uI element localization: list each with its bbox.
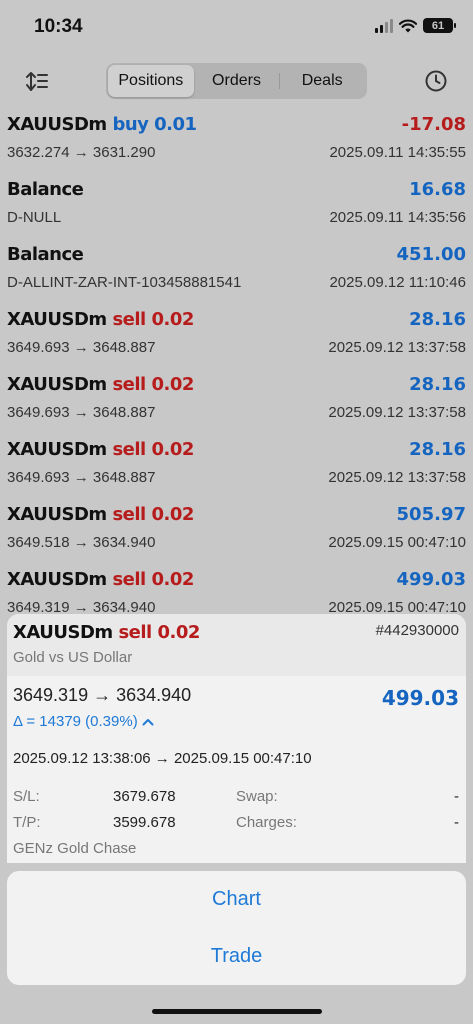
list-item[interactable]: XAUUSDm sell 0.02 28.16 3649.693 → 3648.… <box>0 433 473 498</box>
deal-side: sell 0.02 <box>112 439 194 460</box>
tab-deals[interactable]: Deals <box>279 65 365 97</box>
deal-profit: 499.03 <box>396 569 466 590</box>
deal-prices: 3649.693 → 3648.887 <box>7 404 156 421</box>
deal-symbol: XAUUSDm <box>7 439 107 460</box>
toolbar: Positions Orders Deals <box>0 60 473 102</box>
deal-prices: 3632.274 → 3631.290 <box>7 144 156 161</box>
deal-time: 2025.09.11 14:35:56 <box>329 209 466 226</box>
list-item[interactable]: XAUUSDm buy 0.01 -17.08 3632.274 → 3631.… <box>0 108 473 173</box>
home-indicator[interactable] <box>152 1009 322 1014</box>
deal-symbol: XAUUSDm <box>7 569 107 590</box>
wifi-icon <box>399 19 417 32</box>
tab-orders[interactable]: Orders <box>194 65 280 97</box>
cellular-signal-icon <box>375 18 393 33</box>
deal-time: 2025.09.12 13:37:58 <box>328 339 466 356</box>
deal-symbol: XAUUSDm <box>7 374 107 395</box>
list-item[interactable]: Balance 451.00 D-ALLINT-ZAR-INT-10345888… <box>0 238 473 303</box>
tp-value: 3599.678 <box>113 814 176 831</box>
status-time: 10:34 <box>34 16 83 37</box>
detail-header: XAUUSDm sell 0.02 #442930000 Gold vs US … <box>7 614 466 676</box>
deal-detail-card: XAUUSDm sell 0.02 #442930000 Gold vs US … <box>7 614 466 863</box>
sort-icon <box>26 72 48 91</box>
deal-comment: D-NULL <box>7 209 62 226</box>
deal-symbol: XAUUSDm <box>7 504 107 525</box>
deal-time: 2025.09.12 13:37:58 <box>328 404 466 421</box>
detail-prices: 3649.319 → 3634.940 <box>13 685 192 705</box>
detail-comment: GENz Gold Chase <box>13 840 137 857</box>
sl-value: 3679.678 <box>113 788 176 805</box>
action-sheet: Chart Trade <box>7 871 466 985</box>
deal-profit: 451.00 <box>396 244 466 265</box>
deal-symbol: XAUUSDm <box>7 114 107 135</box>
charges-label: Charges: <box>236 814 297 831</box>
list-item[interactable]: XAUUSDm sell 0.02 505.97 3649.518 → 3634… <box>0 498 473 563</box>
deal-symbol: Balance <box>7 244 84 265</box>
deal-side: sell 0.02 <box>112 309 194 330</box>
deal-profit: 28.16 <box>409 309 466 330</box>
battery-icon: 61 <box>423 18 456 33</box>
list-item[interactable]: Balance 16.68 D-NULL 2025.09.11 14:35:56 <box>0 173 473 238</box>
deal-side: sell 0.02 <box>112 374 194 395</box>
sort-button[interactable] <box>22 66 52 96</box>
deal-comment: D-ALLINT-ZAR-INT-103458881541 <box>7 274 242 291</box>
list-item[interactable]: XAUUSDm sell 0.02 28.16 3649.693 → 3648.… <box>0 368 473 433</box>
deal-prices: 3649.518 → 3634.940 <box>7 534 156 551</box>
deal-profit: -17.08 <box>401 114 466 135</box>
list-item[interactable]: XAUUSDm sell 0.02 28.16 3649.693 → 3648.… <box>0 303 473 368</box>
history-tabs: Positions Orders Deals <box>106 63 367 99</box>
detail-profit: 499.03 <box>381 686 459 710</box>
deal-profit: 28.16 <box>409 374 466 395</box>
detail-times: 2025.09.12 13:38:06 → 2025.09.15 00:47:1… <box>13 750 312 767</box>
deal-side: sell 0.02 <box>112 569 194 590</box>
detail-description: Gold vs US Dollar <box>13 649 133 666</box>
status-icons: 61 <box>375 18 456 33</box>
trade-button[interactable]: Trade <box>7 928 466 985</box>
tab-positions[interactable]: Positions <box>108 65 194 97</box>
detail-delta[interactable]: Δ = 14379 (0.39%) <box>13 713 154 730</box>
detail-symbol: XAUUSDm <box>13 622 113 643</box>
deal-side: sell 0.02 <box>112 504 194 525</box>
sl-label: S/L: <box>13 788 40 805</box>
deal-time: 2025.09.15 00:47:10 <box>328 534 466 551</box>
deal-profit: 16.68 <box>409 179 466 200</box>
deal-time: 2025.09.11 14:35:55 <box>329 144 466 161</box>
period-button[interactable] <box>421 66 451 96</box>
deal-prices: 3649.693 → 3648.887 <box>7 469 156 486</box>
deal-profit: 505.97 <box>396 504 466 525</box>
clock-icon <box>425 70 447 92</box>
tp-label: T/P: <box>13 814 41 831</box>
deal-symbol: XAUUSDm <box>7 309 107 330</box>
charges-value: - <box>454 814 459 831</box>
deal-side: buy 0.01 <box>112 114 197 135</box>
chart-button[interactable]: Chart <box>7 871 466 928</box>
detail-delta-text: Δ = 14379 (0.39%) <box>13 713 138 730</box>
swap-label: Swap: <box>236 788 278 805</box>
swap-value: - <box>454 788 459 805</box>
chevron-up-icon <box>142 718 154 725</box>
deal-prices: 3649.693 → 3648.887 <box>7 339 156 356</box>
deal-profit: 28.16 <box>409 439 466 460</box>
deal-symbol: Balance <box>7 179 84 200</box>
deals-list: XAUUSDm buy 0.01 -17.08 3632.274 → 3631.… <box>0 108 473 628</box>
status-bar: 10:34 61 <box>0 0 473 56</box>
detail-order-id: #442930000 <box>375 622 459 639</box>
detail-side: sell 0.02 <box>118 622 200 643</box>
deal-time: 2025.09.12 13:37:58 <box>328 469 466 486</box>
deal-time: 2025.09.12 11:10:46 <box>329 274 466 291</box>
